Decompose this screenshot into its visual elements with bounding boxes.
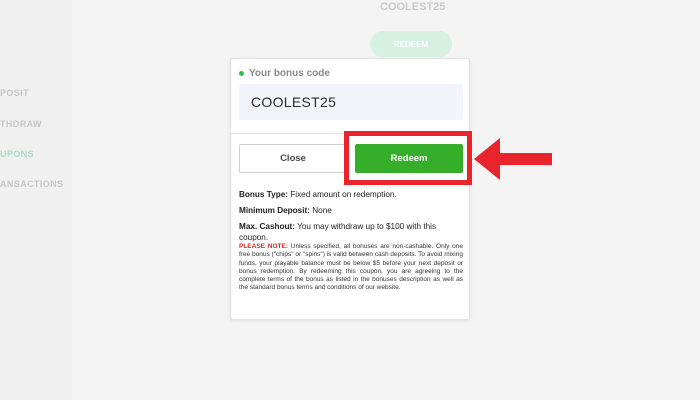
background-coupon-title: COOLEST25 bbox=[380, 1, 446, 13]
sidebar-item-coupons[interactable]: UPONS bbox=[0, 149, 34, 159]
bonus-code-field[interactable]: COOLEST25 bbox=[239, 84, 463, 120]
minimum-deposit-label: Minimum Deposit: bbox=[239, 206, 310, 215]
bonus-type: Bonus Type: Fixed amount on redemption. bbox=[239, 189, 463, 200]
max-cashout: Max. Cashout: You may withdraw up to $10… bbox=[239, 221, 463, 243]
redeem-highlight-box bbox=[344, 131, 472, 185]
minimum-deposit-value: None bbox=[312, 206, 332, 215]
note-text: Unless specified, all bonuses are non-ca… bbox=[239, 243, 463, 292]
code-label-text: Your bonus code bbox=[249, 68, 330, 79]
max-cashout-label: Max. Cashout: bbox=[239, 222, 295, 231]
terms-note: PLEASE NOTE: Unless specified, all bonus… bbox=[239, 243, 463, 293]
note-label: PLEASE NOTE: bbox=[239, 243, 288, 250]
minimum-deposit: Minimum Deposit: None bbox=[239, 205, 463, 216]
pointer-arrow-icon bbox=[474, 138, 552, 180]
bonus-type-label: Bonus Type: bbox=[239, 190, 288, 199]
close-button[interactable]: Close bbox=[239, 144, 347, 173]
bonus-details: Bonus Type: Fixed amount on redemption. … bbox=[239, 189, 463, 248]
sidebar-item-withdraw[interactable]: THDRAW bbox=[0, 119, 42, 129]
code-label: Your bonus code bbox=[239, 68, 330, 79]
sidebar-item-deposit[interactable]: POSIT bbox=[0, 88, 29, 98]
bonus-type-value: Fixed amount on redemption. bbox=[290, 190, 397, 199]
status-dot-icon bbox=[239, 71, 244, 76]
sidebar-item-transactions[interactable]: ANSACTIONS bbox=[0, 179, 64, 189]
background-redeem-button[interactable]: REDEEM bbox=[370, 31, 452, 57]
sidebar bbox=[0, 0, 72, 400]
bonus-code-modal: Your bonus code COOLEST25 Close Redeem B… bbox=[230, 58, 470, 320]
